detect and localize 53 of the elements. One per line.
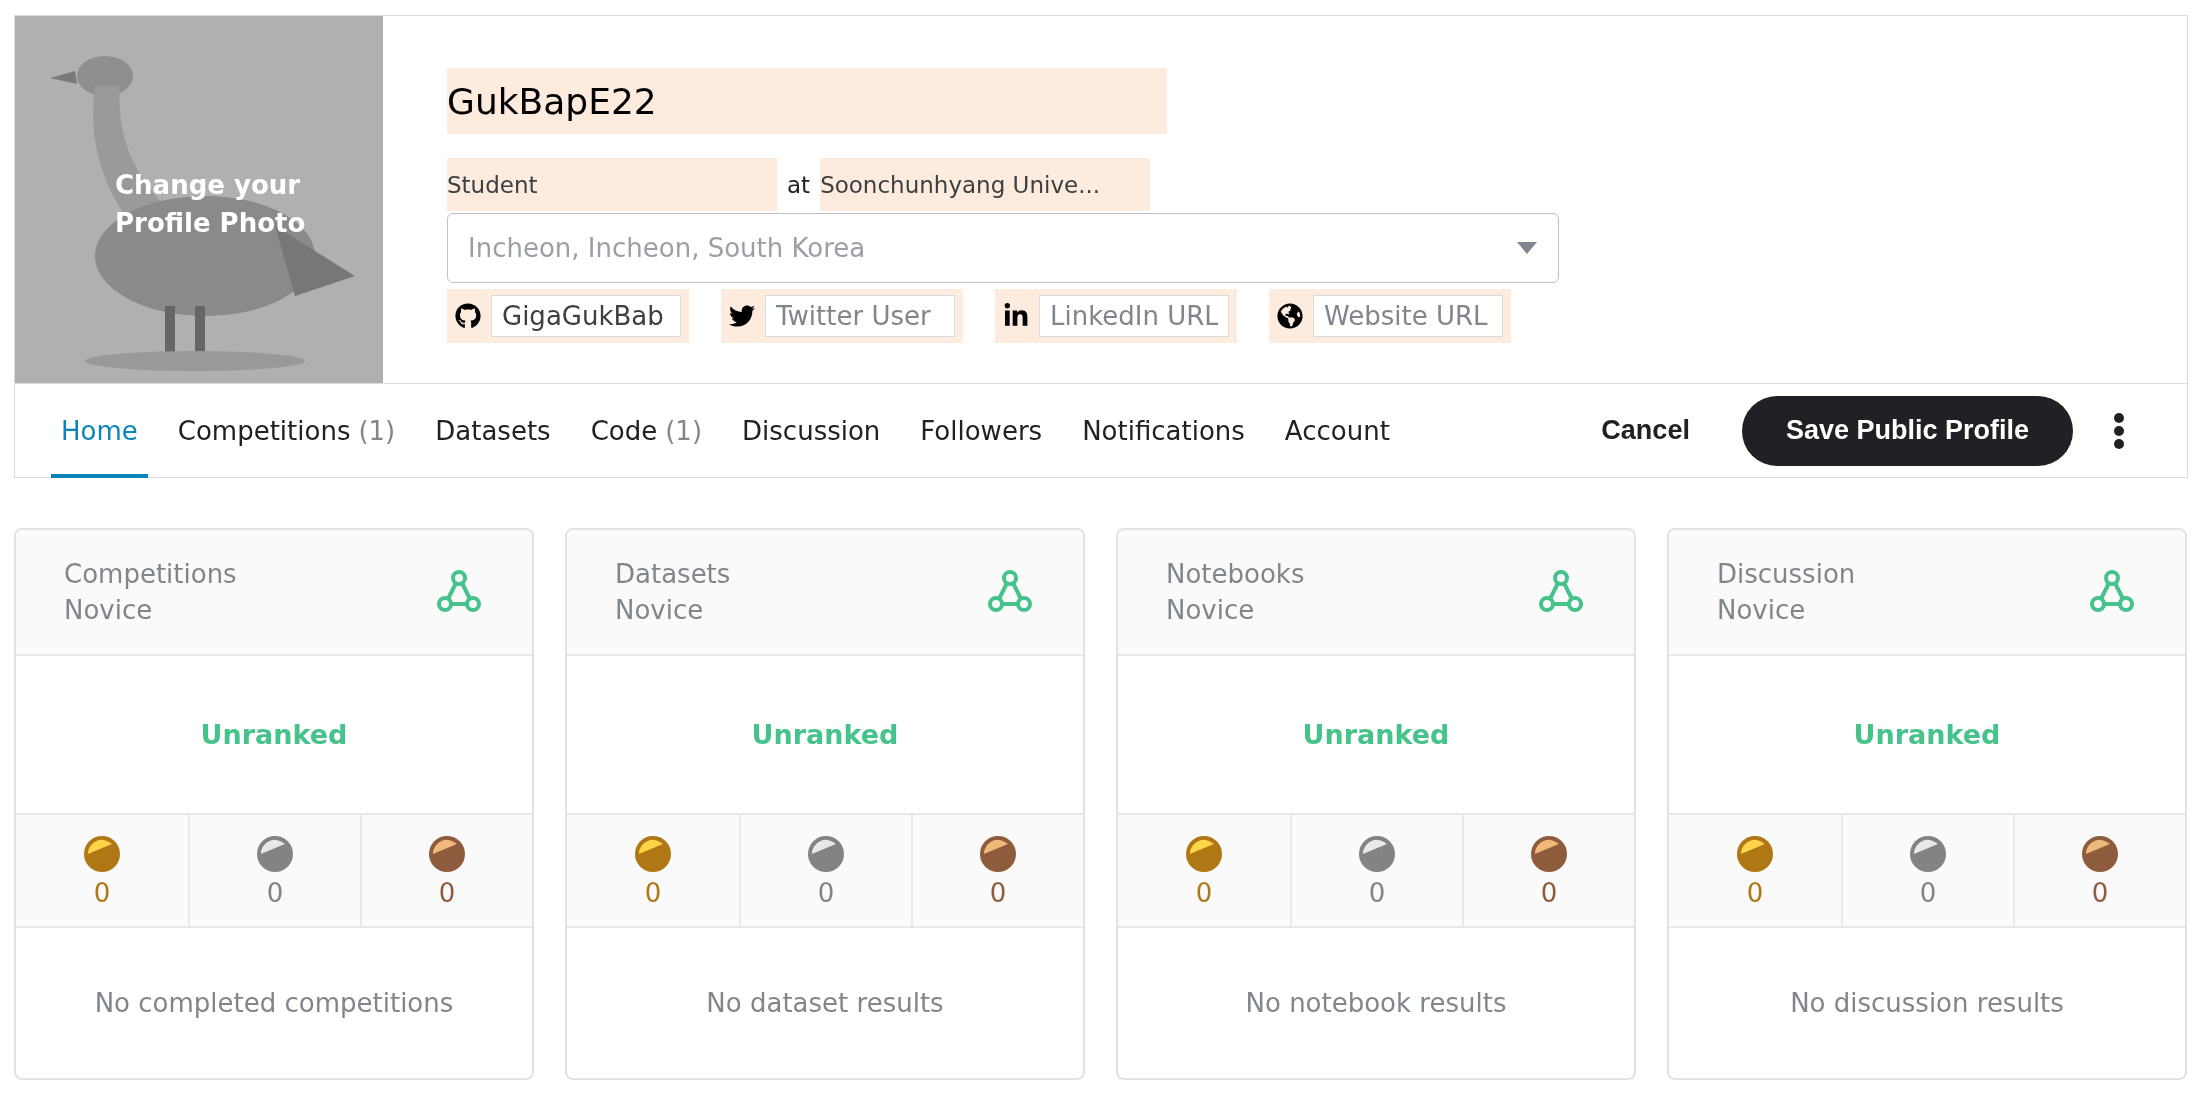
medal-count: 0 <box>989 877 1007 908</box>
social-input[interactable]: Website URL <box>1313 295 1503 337</box>
medal-count: 0 <box>438 877 456 908</box>
nav-tab[interactable]: Datasets <box>425 383 561 478</box>
github-icon <box>455 303 481 329</box>
tier-title: Discussion Novice <box>1717 558 1856 627</box>
rank-label: Unranked <box>751 719 899 750</box>
network-icon <box>436 569 482 615</box>
empty-message: No discussion results <box>1790 988 2064 1018</box>
twitter-icon <box>729 303 755 329</box>
nav-tab[interactable]: Discussion <box>732 383 891 478</box>
network-icon <box>987 569 1033 615</box>
nav-tab[interactable]: Account <box>1274 383 1400 478</box>
nav-tab[interactable]: Followers <box>910 383 1053 478</box>
linkedin-icon <box>1003 303 1029 329</box>
tier-title: Competitions Novice <box>64 558 237 627</box>
name-field[interactable]: GukBapE22 <box>447 68 1167 134</box>
organization-field[interactable]: Soonchunhyang Unive... <box>820 158 1151 211</box>
medal-count: 0 <box>1540 877 1558 908</box>
empty-message: No dataset results <box>706 988 944 1018</box>
medal-count: 0 <box>644 877 662 908</box>
nav-tab[interactable]: Code (1) <box>580 383 713 478</box>
social-input[interactable]: LinkedIn URL <box>1039 295 1229 337</box>
at-label: at <box>787 171 811 198</box>
medal-count: 0 <box>1746 877 1764 908</box>
medal-count: 0 <box>2091 877 2109 908</box>
network-icon <box>1538 569 1584 615</box>
empty-message: No notebook results <box>1245 988 1507 1018</box>
website-icon <box>1277 303 1303 329</box>
medal-count: 0 <box>1368 877 1386 908</box>
rank-label: Unranked <box>1853 719 2001 750</box>
medal-count: 0 <box>93 877 111 908</box>
rank-label: Unranked <box>1302 719 1450 750</box>
nav-tab[interactable]: Competitions (1) <box>167 383 406 478</box>
network-icon <box>2089 569 2135 615</box>
tier-title: Notebooks Novice <box>1166 558 1305 627</box>
nav-tab[interactable]: Home <box>51 383 148 478</box>
empty-message: No completed competitions <box>94 988 454 1018</box>
medal-count: 0 <box>1195 877 1213 908</box>
location-dropdown[interactable]: Incheon, Incheon, South Korea <box>447 213 1559 283</box>
cancel-button[interactable]: Cancel <box>1595 414 1696 447</box>
caret-icon <box>1517 242 1537 254</box>
social-input[interactable]: GigaGukBab <box>491 295 681 337</box>
tier-title: Datasets Novice <box>615 558 731 627</box>
occupation-field[interactable]: Student <box>447 158 777 211</box>
nav-tab[interactable]: Notifications <box>1072 383 1255 478</box>
medal-count: 0 <box>817 877 835 908</box>
more-icon[interactable] <box>2113 412 2125 449</box>
medal-count: 0 <box>266 877 284 908</box>
social-input[interactable]: Twitter User <box>765 295 955 337</box>
rank-label: Unranked <box>200 719 348 750</box>
medal-count: 0 <box>1919 877 1937 908</box>
save-profile-button[interactable]: Save Public Profile <box>1741 395 2073 466</box>
